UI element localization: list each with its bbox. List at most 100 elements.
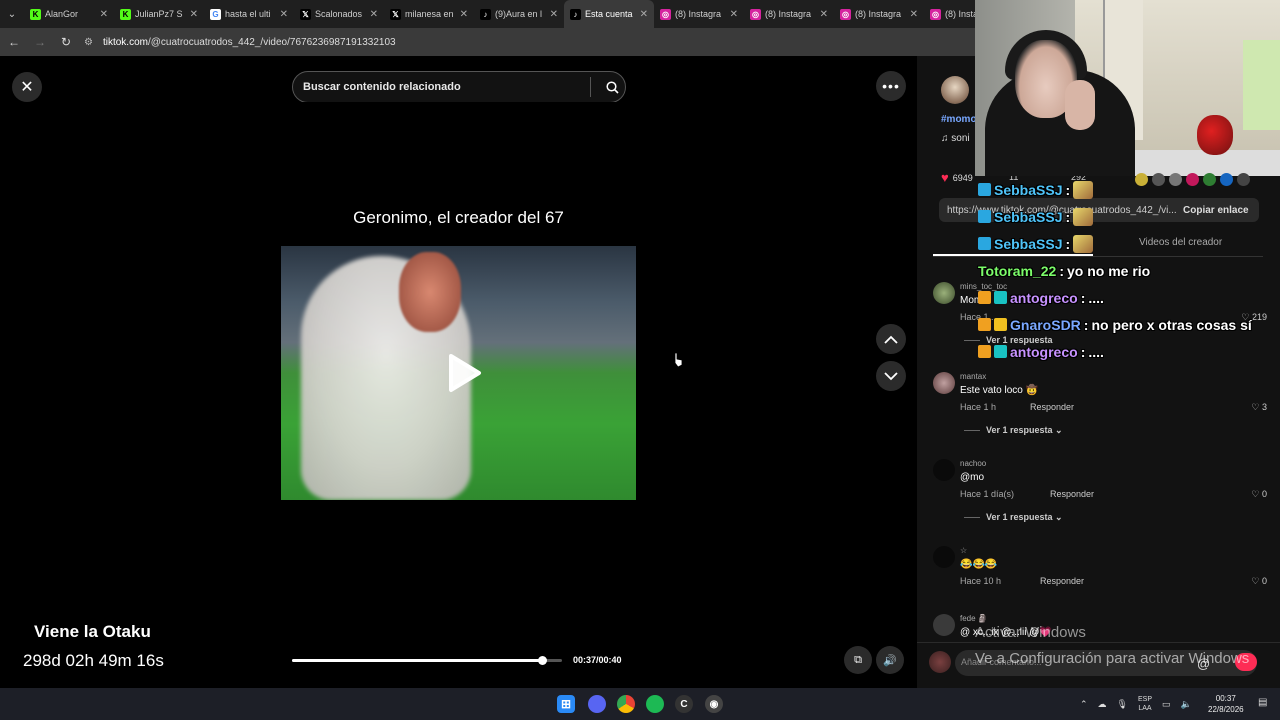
play-icon[interactable] — [441, 351, 485, 395]
comment-avatar[interactable] — [933, 546, 955, 568]
sound-link[interactable]: ♫ soni — [941, 133, 970, 144]
discord-icon[interactable] — [588, 695, 606, 713]
close-button[interactable]: ✕ — [12, 72, 42, 102]
url-field[interactable]: tiktok.com/@cuatrocuatrodos_442_/video/7… — [103, 37, 396, 48]
chrome-icon[interactable] — [617, 695, 635, 713]
comment-username[interactable]: ☆ — [960, 546, 967, 555]
tab-title: hasta el ulti — [225, 9, 271, 19]
search-icon[interactable] — [599, 80, 625, 94]
chat-username: SebbaSSJ — [994, 181, 1063, 198]
chat-text: no pero x otras cosas sí — [1091, 316, 1252, 333]
comment-time: Hace 10 h — [960, 576, 1002, 586]
previous-video-button[interactable] — [876, 324, 906, 354]
reload-icon[interactable]: ↻ — [58, 35, 74, 49]
progress-handle[interactable] — [537, 656, 547, 665]
more-options-button[interactable]: ••• — [876, 71, 906, 101]
hashtag-link[interactable]: #momo — [941, 114, 977, 125]
comment-username[interactable]: nachoo — [960, 459, 986, 468]
tray-overflow-icon[interactable]: ⌃ — [1080, 699, 1088, 710]
spotify-icon[interactable] — [646, 695, 664, 713]
chat-emote-icon — [1073, 207, 1094, 226]
comment-like-count: 3 — [1261, 402, 1267, 412]
browser-tab[interactable]: 𝕏milanesa en ✕ — [384, 0, 474, 28]
close-tab-icon[interactable]: ✕ — [820, 9, 828, 20]
browser-tab[interactable]: ♪ Esta cuenta ✕ — [564, 0, 654, 28]
webcam-overlay — [975, 0, 1280, 176]
close-tab-icon[interactable]: ✕ — [910, 9, 918, 20]
more-icon: ••• — [882, 78, 900, 94]
comment-avatar[interactable] — [933, 282, 955, 304]
tab-title: milanesa en — [405, 9, 454, 19]
network-icon[interactable]: ▭ — [1162, 699, 1171, 710]
reply-button[interactable]: Responder — [1030, 402, 1074, 412]
keyboard-layout: LAA — [1138, 705, 1152, 712]
chat-separator: : — [1080, 289, 1086, 306]
video-player[interactable]: Geronimo, el creador del 67 00:37/00:40 — [281, 102, 636, 688]
volume-tray-icon[interactable]: 🔈 — [1181, 699, 1192, 710]
forward-icon[interactable]: → — [32, 35, 48, 49]
close-tab-icon[interactable]: ✕ — [100, 9, 108, 20]
view-replies[interactable]: Ver 1 respuesta ⌄ — [964, 512, 1063, 523]
close-tab-icon[interactable]: ✕ — [460, 9, 468, 20]
browser-tab[interactable]: ◎ (8) Instagra ✕ — [744, 0, 834, 28]
kick-icon: K — [120, 8, 131, 20]
comment-like[interactable]: ♡ 0 — [1251, 576, 1267, 587]
tab-search-chevron-icon[interactable]: ⌄ — [0, 9, 24, 20]
kick-icon: K — [30, 8, 41, 20]
search-input[interactable] — [303, 81, 582, 93]
browser-tab[interactable]: ♪ (9)Aura en l ✕ — [474, 0, 564, 28]
comment-text: @mo — [960, 472, 985, 483]
close-tab-icon[interactable]: ✕ — [550, 9, 558, 20]
system-clock[interactable]: 00:37 22/8/2026 — [1208, 693, 1244, 715]
onedrive-icon[interactable]: ☁ — [1098, 699, 1107, 710]
microphone-icon[interactable]: 🎙 — [1117, 699, 1128, 710]
browser-tab[interactable]: ◎ (8) Instagra ✕ — [654, 0, 744, 28]
start-menu-icon[interactable]: ⊞ — [557, 695, 575, 713]
browser-tab[interactable]: Ghasta el ulti ✕ — [204, 0, 294, 28]
close-tab-icon[interactable]: ✕ — [730, 9, 738, 20]
browser-tab[interactable]: 𝕏 Scalonados ✕ — [294, 0, 384, 28]
next-video-button[interactable] — [876, 361, 906, 391]
obs-icon[interactable]: ◉ — [705, 695, 723, 713]
chat-username: antogreco — [1010, 289, 1078, 306]
notifications-icon[interactable]: ▤ — [1258, 697, 1267, 708]
browser-tab[interactable]: ◎ (8) Instagra ✕ — [834, 0, 924, 28]
site-info-icon[interactable]: ⚙ — [84, 37, 93, 48]
video-frame[interactable] — [281, 246, 636, 500]
comment-avatar[interactable] — [933, 614, 955, 636]
clock-date: 22/8/2026 — [1208, 705, 1244, 714]
system-tray: ⌃ ☁ 🎙 ESP LAA ▭ 🔈 — [1080, 688, 1192, 720]
reply-button[interactable]: Responder — [1050, 489, 1094, 499]
close-tab-icon[interactable]: ✕ — [280, 9, 288, 20]
chat-badge-icon — [978, 210, 991, 223]
tab-title: (8) Instagra — [855, 9, 902, 19]
floating-player-button[interactable]: ⧉ — [844, 646, 872, 674]
comment-username[interactable]: mantax — [960, 372, 986, 381]
volume-icon: 🔊 — [883, 654, 897, 667]
progress-bar[interactable] — [292, 656, 562, 665]
chat-text: .... — [1088, 289, 1104, 306]
webcam-person-hand — [1065, 80, 1095, 130]
comment-avatar[interactable] — [933, 372, 955, 394]
language-indicator[interactable]: ESP LAA — [1138, 695, 1152, 713]
close-tab-icon[interactable]: ✕ — [190, 9, 198, 20]
like-button[interactable]: ♥ 6949 — [941, 170, 973, 185]
comment-avatar[interactable] — [933, 459, 955, 481]
view-replies[interactable]: Ver 1 respuesta ⌄ — [964, 425, 1063, 436]
chat-badge-icon — [994, 318, 1007, 331]
comment-username[interactable]: fede 🗿 — [960, 614, 988, 623]
language-code: ESP — [1137, 696, 1152, 703]
chat-username: SebbaSSJ — [994, 235, 1063, 252]
browser-tab[interactable]: K AlanGor ✕ — [24, 0, 114, 28]
close-tab-icon[interactable]: ✕ — [640, 9, 648, 20]
comment-like[interactable]: ♡ 3 — [1251, 402, 1267, 413]
close-tab-icon[interactable]: ✕ — [370, 9, 378, 20]
reply-button[interactable]: Responder — [1040, 576, 1084, 586]
comment-like[interactable]: ♡ 0 — [1251, 489, 1267, 500]
search-bar[interactable] — [292, 71, 626, 103]
author-avatar[interactable] — [941, 76, 969, 104]
back-icon[interactable]: ← — [6, 35, 22, 49]
volume-button[interactable]: 🔊 — [876, 646, 904, 674]
ccleaner-icon[interactable]: C — [675, 695, 693, 713]
browser-tab[interactable]: K JulianPz7 S ✕ — [114, 0, 204, 28]
